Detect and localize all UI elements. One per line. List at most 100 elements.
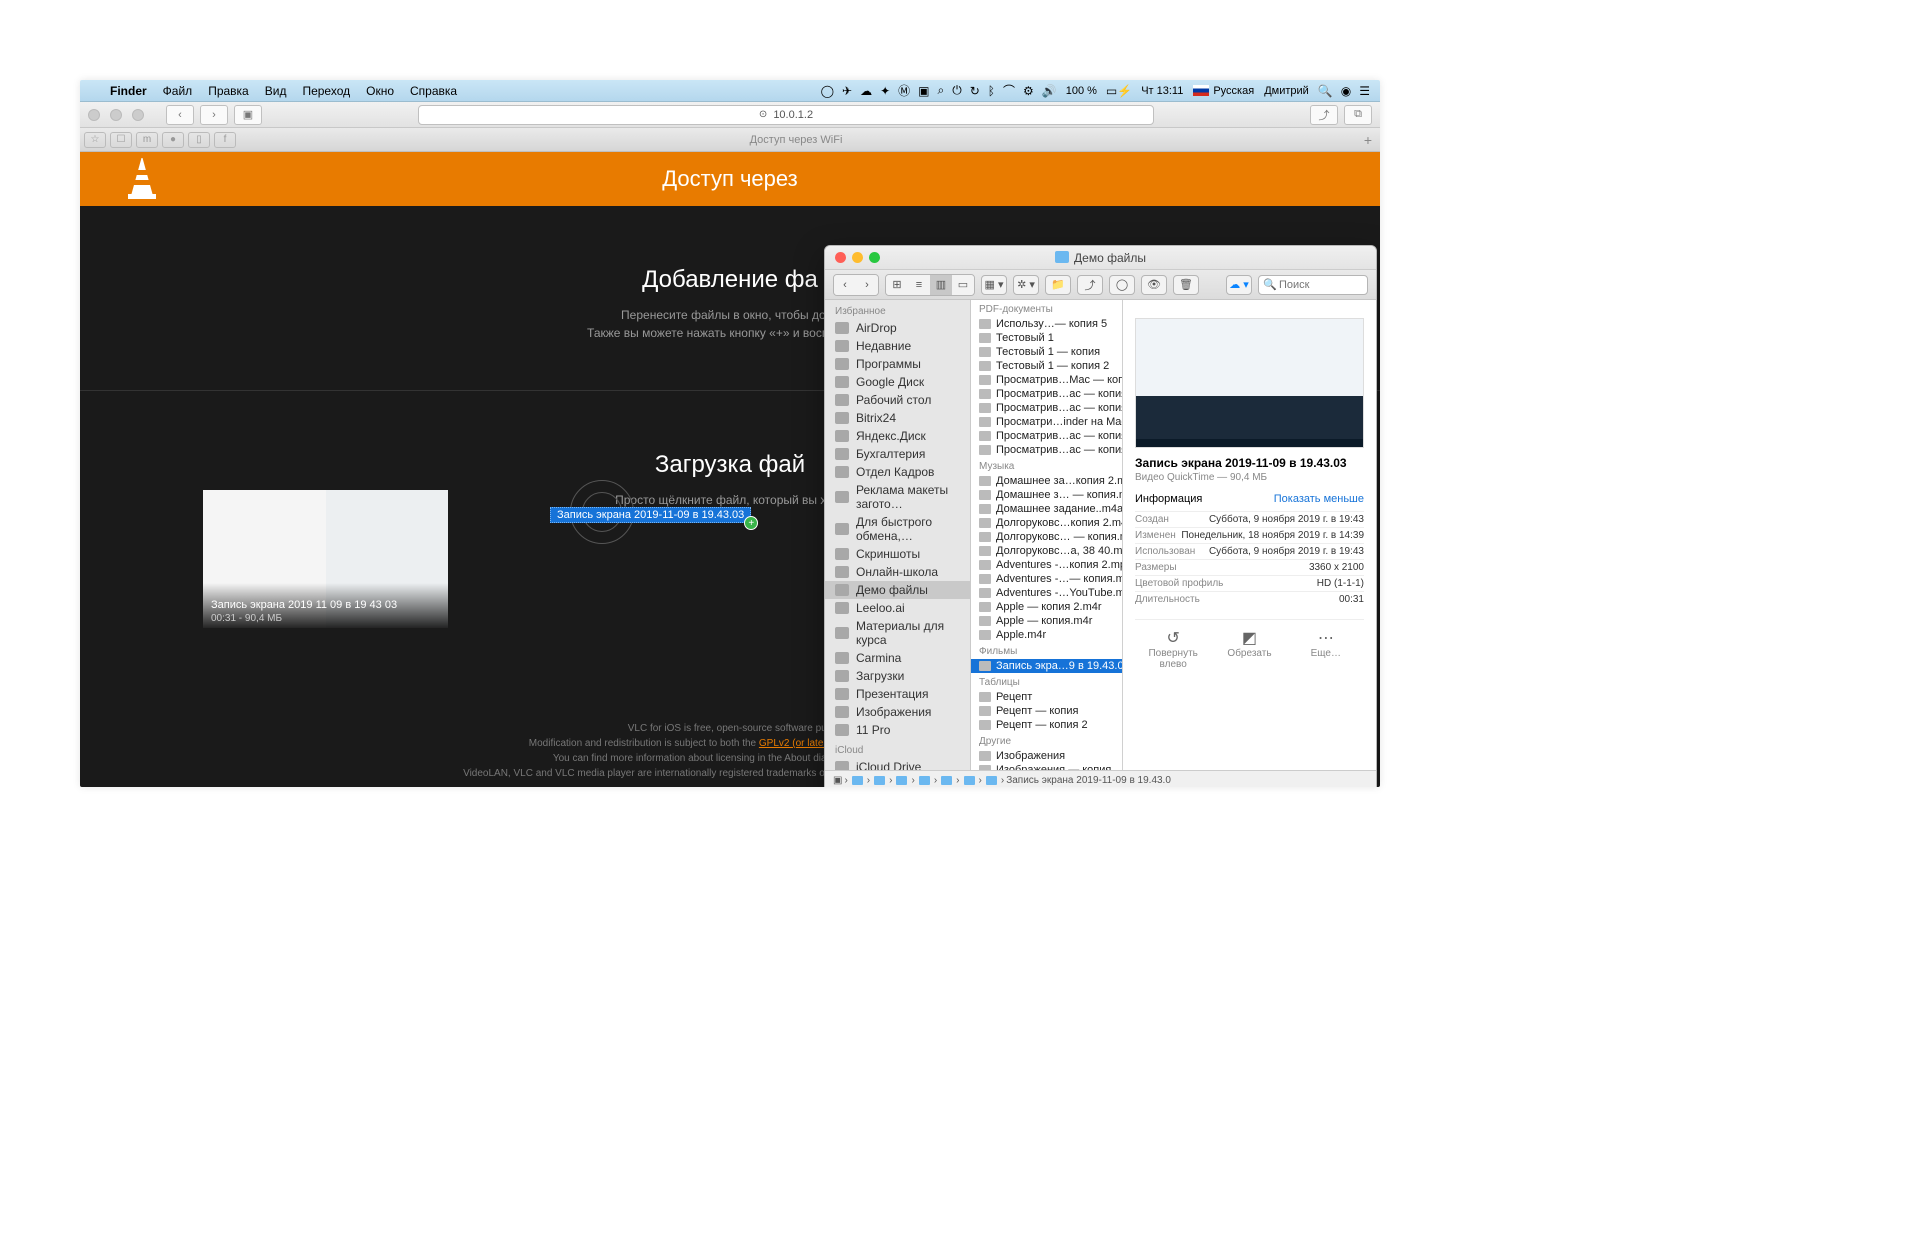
- volume-icon[interactable]: 🔊: [1038, 84, 1061, 98]
- sidebar-item[interactable]: AirDrop: [825, 319, 970, 337]
- sidebar-item[interactable]: Google Диск: [825, 373, 970, 391]
- sidebar-item[interactable]: Программы: [825, 355, 970, 373]
- headphones-icon[interactable]: ⌒: [999, 82, 1019, 99]
- favorite-icon[interactable]: m: [136, 132, 158, 148]
- cloud-icon[interactable]: ☁: [856, 84, 876, 98]
- menu-item[interactable]: Вид: [257, 84, 295, 98]
- sidebar-item[interactable]: Онлайн-школа: [825, 563, 970, 581]
- siri-icon[interactable]: ◉: [1337, 84, 1355, 98]
- list-item[interactable]: Рецепт: [971, 690, 1122, 704]
- list-item[interactable]: Долгоруковс…а, 38 40.m4a: [971, 544, 1122, 558]
- list-item[interactable]: Apple — копия.m4r: [971, 614, 1122, 628]
- list-item[interactable]: Apple — копия 2.m4r: [971, 600, 1122, 614]
- list-item[interactable]: Долгоруковс… — копия.m4a: [971, 530, 1122, 544]
- traffic-max[interactable]: [132, 109, 144, 121]
- list-item[interactable]: Изображения: [971, 749, 1122, 763]
- view-gallery-button[interactable]: ▭: [952, 275, 974, 295]
- status-icon[interactable]: ⌕: [933, 83, 948, 98]
- tags-button[interactable]: ◯: [1109, 275, 1135, 295]
- list-item[interactable]: Просматрив…Mac — копия: [971, 373, 1122, 387]
- sidebar-item[interactable]: Carmina: [825, 649, 970, 667]
- list-item[interactable]: Рецепт — копия: [971, 704, 1122, 718]
- clock-text[interactable]: Чт 13:11: [1136, 85, 1188, 97]
- quicklook-button[interactable]: 👁: [1141, 275, 1167, 295]
- view-columns-button[interactable]: ▥: [930, 275, 952, 295]
- new-folder-button[interactable]: 📁: [1045, 275, 1071, 295]
- sidebar-item[interactable]: Презентация: [825, 685, 970, 703]
- list-item[interactable]: Рецепт — копия 2: [971, 718, 1122, 732]
- sidebar-button[interactable]: ▣: [234, 105, 262, 125]
- back-button[interactable]: ‹: [166, 105, 194, 125]
- menu-item[interactable]: Правка: [200, 84, 257, 98]
- favorite-icon[interactable]: ▯: [188, 132, 210, 148]
- share-button[interactable]: ⤴: [1310, 105, 1338, 125]
- sidebar-item[interactable]: Реклама макеты загото…: [825, 481, 970, 513]
- status-icon[interactable]: Ⓜ: [894, 82, 914, 99]
- status-icon[interactable]: ✦: [876, 84, 894, 98]
- dropbox-button[interactable]: ☁ ▾: [1226, 275, 1252, 295]
- close-button[interactable]: [835, 252, 846, 263]
- action-button[interactable]: ✲ ▾: [1013, 275, 1039, 295]
- search-field[interactable]: 🔍: [1258, 275, 1368, 295]
- minimize-button[interactable]: [852, 252, 863, 263]
- list-item[interactable]: Тестовый 1 — копия 2: [971, 359, 1122, 373]
- gpl-link[interactable]: GPLv2 (or later): [759, 738, 830, 749]
- sidebar-item[interactable]: Яндекс.Диск: [825, 427, 970, 445]
- list-item[interactable]: Тестовый 1: [971, 331, 1122, 345]
- sidebar-item[interactable]: Leeloo.ai: [825, 599, 970, 617]
- input-source[interactable]: Русская: [1188, 85, 1259, 97]
- crop-button[interactable]: ◩Обрезать: [1211, 628, 1287, 670]
- sidebar-item[interactable]: Рабочий стол: [825, 391, 970, 409]
- menu-item[interactable]: Файл: [155, 84, 201, 98]
- list-item[interactable]: Adventures -…копия 2.mp3: [971, 558, 1122, 572]
- list-item[interactable]: Изображения — копия: [971, 763, 1122, 770]
- sidebar-item[interactable]: iCloud Drive: [825, 758, 970, 770]
- menu-item[interactable]: Окно: [358, 84, 402, 98]
- list-item[interactable]: Долгоруковс…копия 2.m4a: [971, 516, 1122, 530]
- favorite-icon[interactable]: ☆: [84, 132, 106, 148]
- status-icon[interactable]: ▣: [914, 84, 933, 98]
- forward-button[interactable]: ›: [200, 105, 228, 125]
- sidebar-item[interactable]: Загрузки: [825, 667, 970, 685]
- menu-item[interactable]: Справка: [402, 84, 465, 98]
- bluetooth-icon[interactable]: ᛒ: [984, 84, 999, 98]
- favorite-icon[interactable]: ☐: [110, 132, 132, 148]
- list-item[interactable]: Adventures -…— копия.mp3: [971, 572, 1122, 586]
- list-item[interactable]: Просматрив…ac — копия 5: [971, 443, 1122, 457]
- user-menu[interactable]: Дмитрий: [1259, 85, 1314, 97]
- list-item[interactable]: Домашнее задание..m4a: [971, 502, 1122, 516]
- battery-text[interactable]: 100 %: [1061, 85, 1102, 97]
- list-item[interactable]: Домашнее за…копия 2.m4a: [971, 474, 1122, 488]
- sidebar-item[interactable]: Отдел Кадров: [825, 463, 970, 481]
- notification-center-icon[interactable]: ☰: [1355, 84, 1374, 98]
- battery-icon[interactable]: ▭⚡: [1102, 84, 1136, 98]
- more-button[interactable]: ⋯Еще…: [1288, 628, 1364, 670]
- menu-item[interactable]: Переход: [294, 84, 358, 98]
- time-machine-icon[interactable]: ↻: [966, 84, 984, 98]
- app-name[interactable]: Finder: [102, 84, 155, 98]
- list-item[interactable]: Просматрив…ac — копия 4: [971, 401, 1122, 415]
- traffic-close[interactable]: [88, 109, 100, 121]
- list-item[interactable]: Домашнее з… — копия.m4a: [971, 488, 1122, 502]
- view-list-button[interactable]: ≡: [908, 275, 930, 295]
- address-bar[interactable]: ⊙ 10.0.1.2: [418, 105, 1154, 125]
- sidebar-item[interactable]: 11 Pro: [825, 721, 970, 739]
- list-item[interactable]: Просматрив…ac — копия 3: [971, 429, 1122, 443]
- sidebar-item[interactable]: Скриншоты: [825, 545, 970, 563]
- sidebar-item[interactable]: Изображения: [825, 703, 970, 721]
- rotate-button[interactable]: ↺Повернуть влево: [1135, 628, 1211, 670]
- list-item[interactable]: Использу…— копия 5: [971, 317, 1122, 331]
- list-item[interactable]: Просматри…inder на Mac: [971, 415, 1122, 429]
- finder-pathbar[interactable]: ▣› › › › › › › › Запись экрана 2019-11-0…: [825, 770, 1376, 787]
- sidebar-item[interactable]: Недавние: [825, 337, 970, 355]
- video-thumbnail[interactable]: Запись экрана 2019 11 09 в 19 43 03 00:3…: [203, 490, 448, 628]
- show-less-button[interactable]: Показать меньше: [1274, 493, 1364, 505]
- list-item[interactable]: Adventures -…YouTube.mp3: [971, 586, 1122, 600]
- group-button[interactable]: ▦ ▾: [981, 275, 1007, 295]
- favorite-icon[interactable]: f: [214, 132, 236, 148]
- sidebar-item[interactable]: Демо файлы: [825, 581, 970, 599]
- forward-button[interactable]: ›: [856, 275, 878, 295]
- favorite-icon[interactable]: ●: [162, 132, 184, 148]
- wifi-icon[interactable]: ⚙: [1019, 84, 1038, 98]
- back-button[interactable]: ‹: [834, 275, 856, 295]
